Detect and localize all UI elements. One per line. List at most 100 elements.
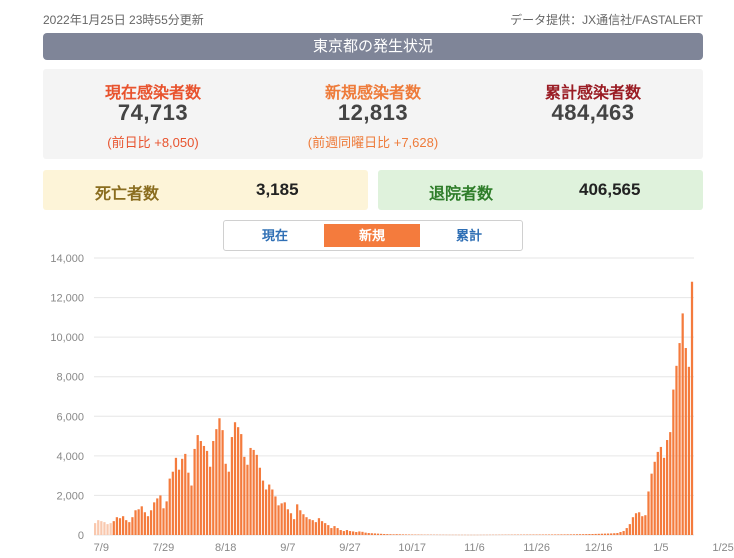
- bar: [619, 532, 622, 535]
- bar: [336, 528, 339, 535]
- data-source: データ提供：JX通信社/FASTALERT: [510, 13, 703, 27]
- bar: [146, 516, 150, 535]
- bar: [286, 509, 289, 535]
- bar: [600, 533, 603, 535]
- bar: [224, 463, 227, 535]
- bar: [320, 521, 324, 535]
- bar: [578, 534, 582, 535]
- bar: [283, 502, 286, 535]
- x-tick-label: 8/18: [215, 542, 236, 554]
- chart-y-axis: 0 2,000 4,000 6,000 8,000 10,000 12,000 14,000: [50, 253, 84, 542]
- bar: [277, 505, 280, 535]
- bar: [199, 441, 202, 535]
- bar: [143, 512, 146, 535]
- bar: [100, 521, 103, 535]
- discharged-value: 406,565: [579, 180, 641, 199]
- bar: [240, 434, 243, 535]
- bar: [647, 491, 650, 535]
- bar: [662, 457, 666, 535]
- bar: [395, 534, 398, 535]
- bar: [345, 530, 349, 535]
- bar: [672, 389, 675, 535]
- bar: [302, 514, 305, 535]
- bar: [212, 441, 215, 535]
- bar: [314, 522, 317, 535]
- discharged-label: 退院者数: [429, 186, 494, 203]
- total-cases-value: 484,463: [551, 100, 635, 125]
- x-tick-label: 7/29: [153, 542, 174, 554]
- bar: [339, 530, 342, 535]
- bar: [650, 473, 653, 535]
- stats-panel: 現在感染者数 74,713 (前日比 +8,050) 新規感染者数 12,813…: [43, 69, 703, 159]
- tab-new[interactable]: 新規: [324, 224, 420, 247]
- bar: [563, 534, 566, 535]
- current-cases-stat: 現在感染者数 74,713 (前日比 +8,050): [43, 69, 263, 159]
- bar: [594, 533, 597, 535]
- updated-timestamp: 2022年1月25日 23時55分更新: [43, 13, 204, 27]
- tab-current[interactable]: 現在: [227, 224, 323, 247]
- bar: [678, 343, 681, 535]
- x-tick-label: 1/25: [712, 542, 733, 554]
- bar: [588, 534, 591, 535]
- bar: [255, 454, 258, 535]
- bar: [261, 480, 265, 535]
- bar: [317, 518, 321, 535]
- bar: [218, 418, 221, 535]
- bar: [237, 427, 240, 535]
- bar: [358, 531, 361, 535]
- bar: [687, 366, 691, 535]
- x-tick-label: 1/5: [653, 542, 668, 554]
- chart-bars: [94, 281, 694, 536]
- bar: [333, 526, 336, 535]
- section-title-banner: 東京都の発生状況: [43, 33, 703, 60]
- bar: [324, 523, 327, 535]
- bar: [121, 516, 125, 535]
- bar: [125, 520, 128, 535]
- bar: [109, 523, 112, 535]
- bar: [684, 348, 687, 535]
- chart-x-axis: 7/9 7/29 8/18 9/7 9/27 10/17 11/6 11/26 12/16 1/5…: [94, 542, 734, 554]
- bar: [137, 509, 140, 535]
- bar: [616, 533, 619, 535]
- bar: [383, 534, 386, 535]
- bar: [342, 531, 345, 535]
- bar: [597, 533, 600, 535]
- bar: [177, 469, 181, 535]
- bar: [149, 510, 153, 535]
- bar: [380, 533, 383, 535]
- tab-total[interactable]: 累計: [421, 224, 517, 247]
- bar: [392, 534, 395, 535]
- bar: [669, 432, 672, 535]
- bar: [106, 524, 109, 535]
- bar: [398, 534, 401, 535]
- bar: [165, 501, 168, 535]
- bar: [572, 534, 575, 535]
- bar: [193, 448, 196, 535]
- chart-gridlines: [94, 257, 694, 536]
- bar: [271, 489, 274, 535]
- y-tick-label: 8,000: [56, 372, 84, 384]
- bar: [268, 484, 271, 535]
- bar: [209, 466, 212, 535]
- bar: [246, 464, 249, 535]
- bar: [634, 513, 638, 535]
- bar: [205, 450, 209, 535]
- bar: [653, 461, 656, 535]
- bar: [370, 533, 373, 535]
- bar: [187, 472, 190, 536]
- x-tick-label: 10/17: [398, 542, 426, 554]
- bar: [389, 534, 392, 535]
- bar: [292, 519, 296, 535]
- bar: [560, 534, 563, 535]
- bar: [641, 516, 644, 535]
- bar: [582, 534, 585, 535]
- discharged-box: 退院者数 406,565: [378, 170, 703, 210]
- bar: [628, 524, 631, 535]
- y-tick-label: 14,000: [50, 253, 84, 265]
- bar: [327, 525, 330, 535]
- bar: [274, 496, 277, 535]
- bar: [94, 523, 97, 535]
- bar: [252, 449, 255, 535]
- bar: [128, 522, 131, 535]
- bar: [656, 451, 659, 535]
